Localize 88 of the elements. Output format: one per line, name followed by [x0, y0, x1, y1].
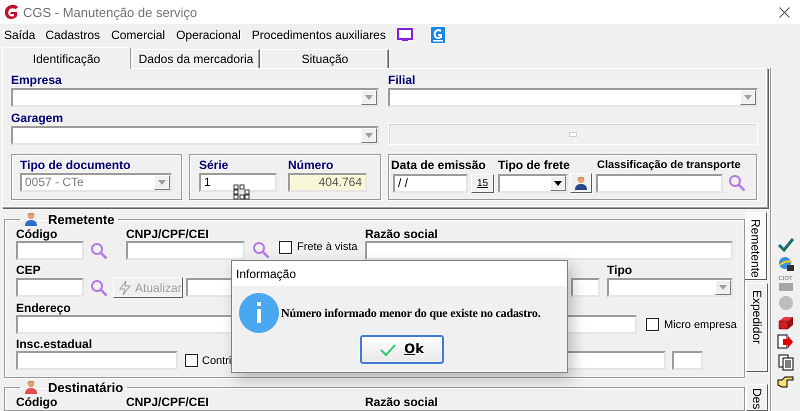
field-label: Código	[16, 228, 58, 241]
number-field[interactable]: 404.764	[288, 173, 367, 192]
field-label: Insc.estadual	[16, 338, 92, 351]
search-icon[interactable]	[252, 241, 270, 259]
caret-icon	[719, 285, 727, 290]
side-tab[interactable]: Remetente	[745, 212, 767, 280]
checkbox-label: Contri	[202, 354, 232, 366]
checkbox[interactable]	[279, 241, 292, 254]
field-label: Endereço	[16, 302, 71, 315]
caret-icon	[365, 133, 373, 138]
checkbox[interactable]	[185, 354, 198, 367]
registration-field[interactable]	[16, 351, 178, 370]
grid-icon[interactable]	[233, 184, 251, 200]
lightning-icon	[118, 280, 132, 296]
search-icon[interactable]	[90, 242, 108, 260]
freight-type-dropdown[interactable]	[498, 174, 568, 192]
field-label: Tipo	[607, 264, 632, 277]
person-icon	[24, 380, 38, 394]
side-tab[interactable]: Expedidor	[746, 283, 768, 372]
state-field[interactable]	[672, 351, 703, 370]
info-icon	[238, 292, 280, 334]
calendar-button[interactable]: 15	[471, 174, 494, 192]
garage-dropdown[interactable]	[11, 126, 379, 145]
field-label: Número	[288, 159, 334, 172]
logo-icon[interactable]	[430, 27, 445, 43]
side-tab[interactable]: Des	[746, 384, 768, 411]
checkbox[interactable]	[646, 318, 659, 331]
field-label: Código	[16, 396, 58, 409]
menu-item[interactable]: Saída	[2, 28, 38, 42]
search-icon[interactable]	[728, 174, 746, 192]
dialog-message: Número informado menor do que existe no cadastro.	[281, 306, 541, 320]
field-label: CNPJ/CPF/CEI	[126, 228, 209, 241]
logo-icon	[3, 4, 19, 20]
field-label: Empresa	[11, 74, 62, 87]
document-field[interactable]	[126, 241, 245, 260]
tab[interactable]: Situação	[261, 49, 389, 68]
person-button[interactable]	[570, 173, 592, 193]
checkbox-label: Micro empresa	[664, 318, 737, 330]
transport-class-field[interactable]	[596, 174, 723, 192]
field-label: Razão social	[365, 396, 438, 409]
caret-icon	[158, 180, 166, 185]
pointing-hand-icon[interactable]	[777, 375, 794, 389]
branch-dropdown[interactable]	[388, 88, 758, 107]
caret-icon	[744, 95, 752, 100]
field-label: Classificação de transporte	[597, 159, 741, 172]
search-icon[interactable]	[90, 278, 108, 296]
dialog-title: Informação	[236, 266, 296, 280]
field-label: Tipo de frete	[498, 159, 570, 172]
check-icon	[380, 344, 396, 356]
person-icon	[574, 176, 588, 190]
indicator-icon	[569, 132, 577, 136]
field-label: CEP	[16, 264, 41, 277]
field-label: CNPJ/CPF/CEI	[126, 396, 209, 409]
number-field[interactable]	[571, 278, 600, 297]
company-dropdown[interactable]	[11, 88, 379, 107]
menu-item[interactable]: Cadastros	[43, 28, 102, 42]
field-label: Filial	[388, 74, 416, 87]
section-title: Destinatário	[48, 380, 124, 394]
zip-field[interactable]	[16, 278, 84, 297]
section-title: Remetente	[48, 212, 114, 226]
field-label: Garagem	[11, 112, 64, 125]
code-field[interactable]	[16, 241, 84, 260]
monitor-icon[interactable]	[396, 28, 413, 42]
caret-icon	[365, 95, 373, 100]
field-label: Tipo de documento	[20, 159, 130, 172]
menu-item[interactable]: Comercial	[109, 28, 168, 42]
field-label: Série	[199, 159, 228, 172]
field-label: Razão social	[365, 228, 438, 241]
window-title: CGS - Manutenção de serviço	[23, 4, 198, 20]
tab[interactable]: Identificação	[2, 47, 131, 69]
field-label: Data de emissão	[391, 159, 486, 172]
person-icon	[24, 212, 38, 226]
series-field[interactable]: 1	[199, 173, 277, 192]
date-field[interactable]: / /	[393, 174, 468, 192]
documents-icon[interactable]	[778, 354, 794, 371]
checkbox-label: Frete à vista	[297, 241, 358, 253]
check-icon[interactable]	[778, 238, 794, 252]
tab[interactable]: Dados da mercadoria	[132, 49, 260, 68]
menu-item[interactable]: Procedimentos auxiliares	[250, 28, 388, 42]
globe-icon[interactable]	[778, 256, 794, 272]
close-icon[interactable]	[779, 6, 790, 18]
ok-button[interactable]: Ok	[360, 335, 444, 364]
box-icon[interactable]	[778, 315, 794, 330]
caret-icon	[554, 180, 562, 186]
document-arrow-icon[interactable]	[777, 334, 794, 350]
menu-item[interactable]: Operacional	[174, 28, 243, 42]
company-name-field[interactable]	[365, 241, 733, 260]
type-dropdown[interactable]	[607, 278, 733, 297]
